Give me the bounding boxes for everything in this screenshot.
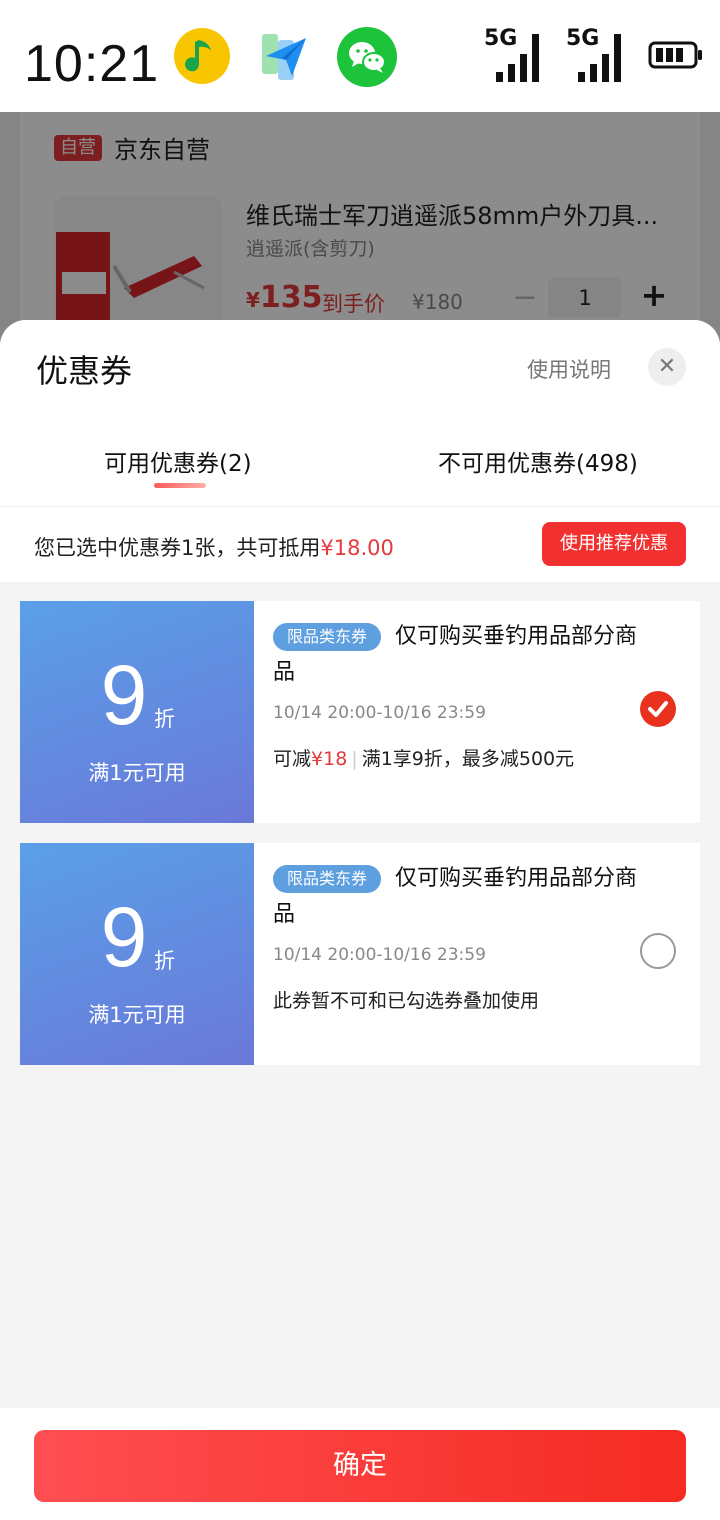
coupon-details: 仅可购买垂钓用品部分商品 限品类东券 10/14 20:00-10/16 23:…	[254, 843, 700, 1065]
summary-amount: ¥18.00	[320, 536, 394, 560]
coupon-benefit: 可减¥18 | 满1享9折，最多减500元	[273, 748, 575, 770]
coupon-discount-panel: 9 折 满1元可用	[20, 843, 254, 1065]
use-recommended-button[interactable]: 使用推荐优惠	[542, 522, 686, 566]
discount-value: 9	[100, 890, 148, 984]
qq-music-icon	[172, 26, 232, 86]
navigation-app-icon	[258, 26, 318, 86]
coupon-sheet-header: 优惠券 使用说明 ✕ 可用优惠券(2) 不可用优惠券(498) 您已选中优惠券1…	[0, 320, 720, 582]
coupon-threshold: 满1元可用	[88, 1003, 186, 1027]
wechat-icon	[336, 26, 397, 87]
discount-value: 9	[100, 648, 148, 742]
discount-unit: 折	[154, 707, 175, 731]
coupon-checkbox-checked[interactable]	[640, 691, 676, 727]
coupon-category-badge: 限品类东券	[273, 865, 382, 893]
coupon-discount-panel: 9 折 满1元可用	[20, 601, 254, 823]
coupon-details: 仅可购买垂钓用品部分商品 限品类东券 10/14 20:00-10/16 23:…	[254, 601, 700, 823]
sheet-title: 优惠券	[36, 352, 133, 390]
coupon-validity: 10/14 20:00-10/16 23:59	[273, 945, 486, 965]
battery-icon	[648, 40, 704, 74]
network-label-1: 5G	[484, 26, 518, 51]
coupon-validity: 10/14 20:00-10/16 23:59	[273, 703, 486, 723]
discount-unit: 折	[154, 949, 175, 973]
usage-instructions-link[interactable]: 使用说明	[527, 354, 611, 384]
tab-available-coupons[interactable]: 可用优惠券(2)	[104, 444, 252, 478]
close-icon: ✕	[657, 354, 677, 379]
coupon-card[interactable]: 9 折 满1元可用 仅可购买垂钓用品部分商品 限品类东券 10/14 20:00…	[20, 601, 700, 823]
status-bar: 10:21 5G 5G	[0, 0, 720, 112]
checkmark-icon	[648, 701, 668, 717]
selection-summary: 您已选中优惠券1张，共可抵用¥18.00	[34, 536, 394, 560]
perforated-edge	[20, 601, 25, 823]
coupon-card[interactable]: 9 折 满1元可用 仅可购买垂钓用品部分商品 限品类东券 10/14 20:00…	[20, 843, 700, 1065]
close-button[interactable]: ✕	[648, 348, 686, 386]
tab-unavailable-coupons[interactable]: 不可用优惠券(498)	[438, 444, 638, 478]
coupon-threshold: 满1元可用	[88, 761, 186, 785]
active-tab-indicator	[154, 483, 206, 488]
perforated-edge	[20, 843, 25, 1065]
bottom-bar: 确定	[0, 1408, 720, 1520]
status-time: 10:21	[24, 35, 160, 93]
coupon-checkbox-unchecked[interactable]	[640, 933, 676, 969]
divider	[0, 506, 720, 507]
coupon-conflict-note: 此券暂不可和已勾选券叠加使用	[273, 990, 540, 1012]
coupon-category-badge: 限品类东券	[273, 623, 382, 651]
confirm-button[interactable]: 确定	[34, 1430, 686, 1502]
coupon-sheet: 优惠券 使用说明 ✕ 可用优惠券(2) 不可用优惠券(498) 您已选中优惠券1…	[0, 320, 720, 1520]
network-label-2: 5G	[566, 26, 600, 51]
